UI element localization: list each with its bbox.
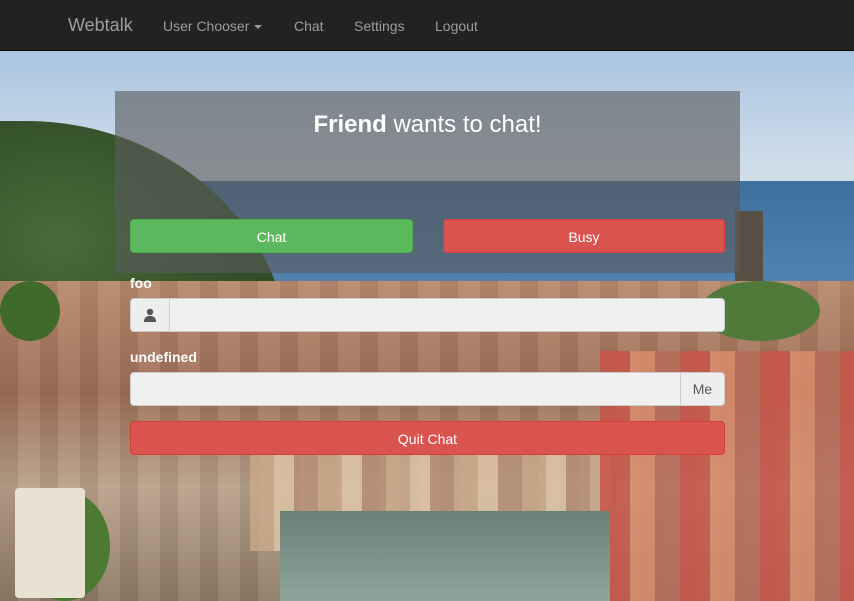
busy-button[interactable]: Busy bbox=[443, 219, 725, 253]
user-icon bbox=[130, 298, 170, 332]
invite-message: wants to chat! bbox=[386, 111, 542, 138]
caret-down-icon bbox=[254, 25, 263, 30]
user-input[interactable] bbox=[169, 298, 725, 332]
invite-title: Friend wants to chat! bbox=[115, 111, 740, 139]
nav-settings-link[interactable]: Settings bbox=[354, 18, 405, 34]
message-input-group: Me bbox=[130, 372, 725, 406]
accept-chat-button[interactable]: Chat bbox=[130, 219, 413, 253]
user-input-group bbox=[130, 298, 725, 332]
nav-chat-link[interactable]: Chat bbox=[294, 18, 324, 34]
nav-user-chooser-label: User Chooser bbox=[163, 18, 250, 34]
friend-name: Friend bbox=[313, 111, 387, 138]
quit-chat-button[interactable]: Quit Chat bbox=[130, 421, 725, 455]
navbar: Webtalk User Chooser Chat Settings Logou… bbox=[0, 0, 854, 51]
user-field-label: foo bbox=[130, 275, 152, 291]
nav-logout-link[interactable]: Logout bbox=[435, 18, 478, 34]
message-input[interactable] bbox=[130, 372, 681, 406]
nav-user-chooser-dropdown[interactable]: User Chooser bbox=[163, 18, 263, 34]
message-field-label: undefined bbox=[130, 349, 197, 365]
brand-link[interactable]: Webtalk bbox=[68, 15, 133, 36]
me-addon-button[interactable]: Me bbox=[680, 372, 725, 406]
